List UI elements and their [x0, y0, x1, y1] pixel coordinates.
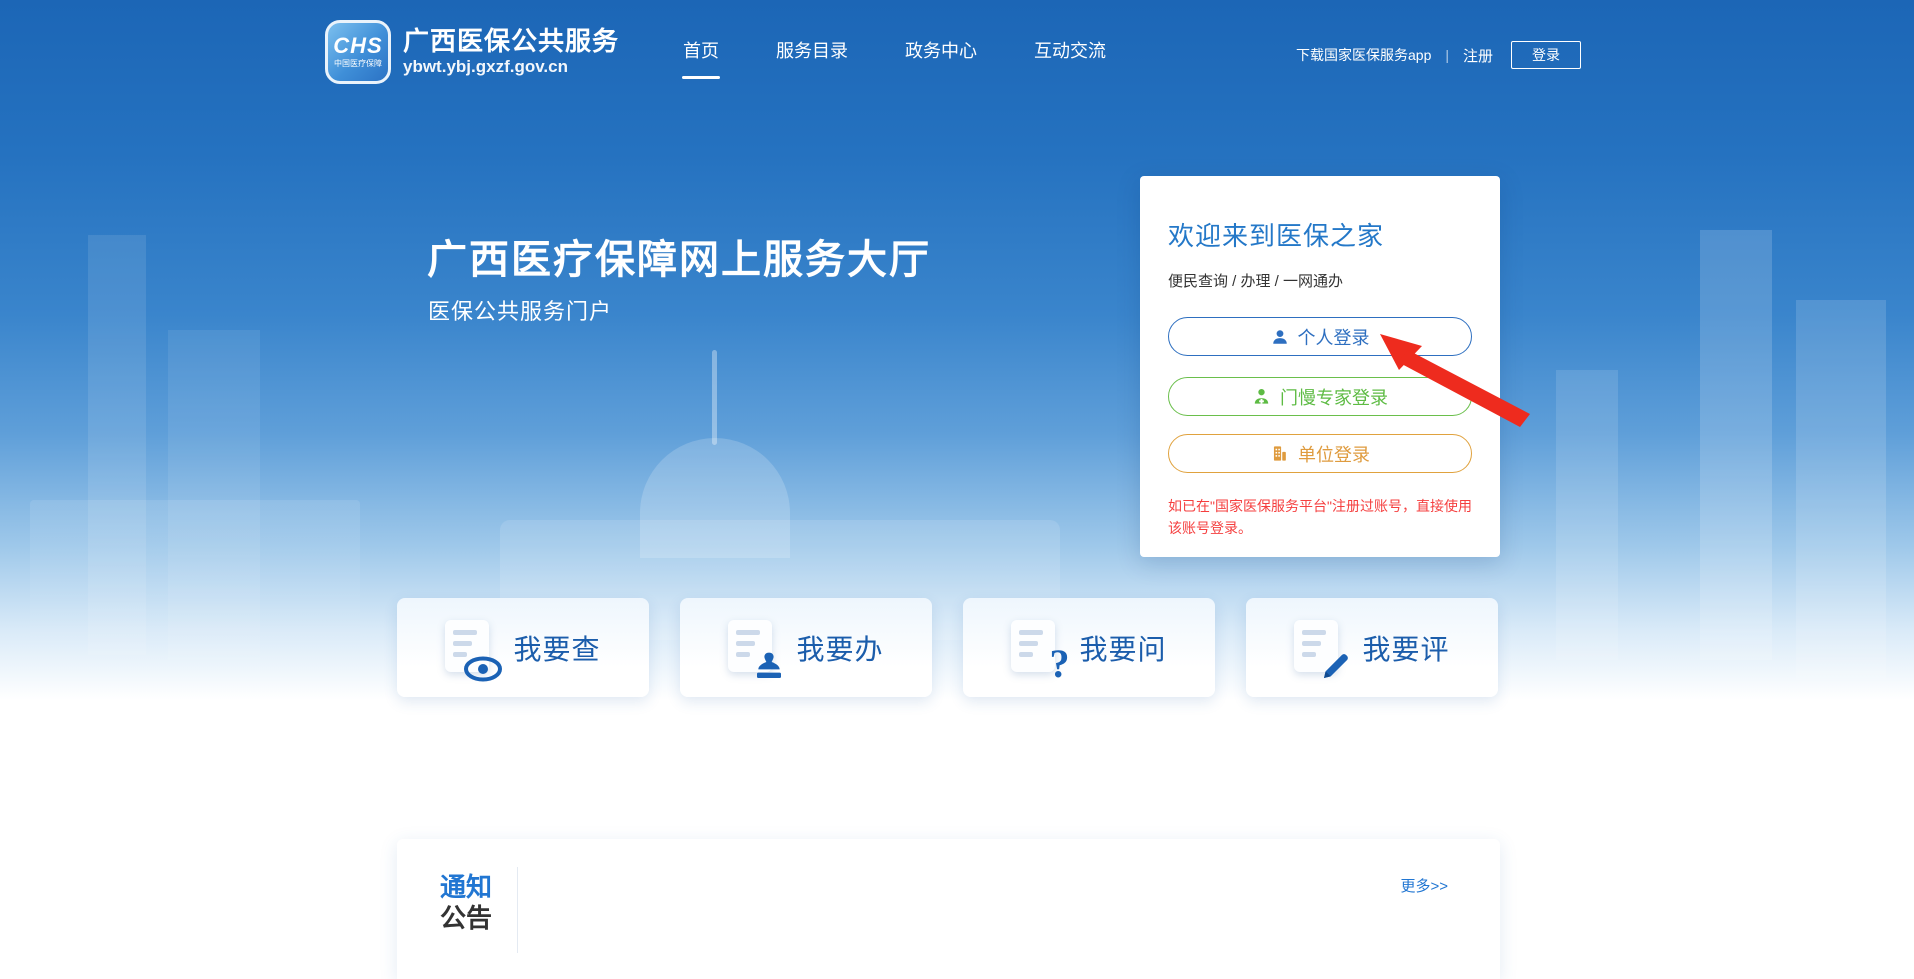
nav-item-service-catalog[interactable]: 服务目录 — [776, 37, 848, 83]
action-label: 我要评 — [1362, 628, 1449, 668]
login-card: 欢迎来到医保之家 便民查询 / 办理 / 一网通办 个人登录 门慢专家登录 单位… — [1140, 176, 1500, 557]
cityscape-left-tower2-icon — [168, 330, 260, 660]
register-link[interactable]: 注册 — [1463, 45, 1493, 66]
login-card-subtitle: 便民查询 / 办理 / 一网通办 — [1168, 270, 1472, 291]
doctor-icon — [1252, 387, 1271, 406]
main-nav: 首页 服务目录 政务中心 互动交流 — [683, 37, 1106, 83]
cityscape-left-base-icon — [30, 500, 360, 670]
chs-logo-icon: CHS 中国医疗保障 — [325, 20, 391, 84]
cityscape-right-tower-icon — [1556, 370, 1618, 660]
action-card-query[interactable]: 我要查 — [397, 598, 649, 697]
action-card-ask[interactable]: ? 我要问 — [963, 598, 1215, 697]
hero-banner: CHS 中国医疗保障 广西医保公共服务 ybwt.ybj.gxzf.gov.cn… — [0, 0, 1914, 700]
action-card-review[interactable]: 我要评 — [1246, 598, 1498, 697]
action-card-handle[interactable]: 我要办 — [680, 598, 932, 697]
document-icon — [728, 620, 778, 676]
hero-subtitle: 医保公共服务门户 — [428, 294, 612, 326]
notice-divider — [517, 867, 518, 953]
logo-badge-text: CHS — [333, 35, 382, 57]
cityscape-dome-spire-icon — [712, 350, 717, 445]
action-label: 我要查 — [513, 628, 600, 668]
header-login-button[interactable]: 登录 — [1511, 41, 1581, 69]
building-icon — [1270, 444, 1289, 463]
nav-item-interaction[interactable]: 互动交流 — [1034, 37, 1106, 83]
question-icon: ? — [1049, 646, 1069, 682]
personal-login-button[interactable]: 个人登录 — [1168, 317, 1472, 356]
cityscape-right-tower3-icon — [1796, 300, 1886, 680]
cityscape-dome-icon — [640, 438, 790, 558]
top-header: CHS 中国医疗保障 广西医保公共服务 ybwt.ybj.gxzf.gov.cn… — [0, 0, 1914, 96]
eye-icon — [463, 656, 503, 682]
site-title: 广西医保公共服务 — [403, 26, 619, 56]
cityscape-left-tower-icon — [88, 235, 146, 655]
pencil-icon — [1320, 650, 1352, 682]
cityscape-right-tower2-icon — [1700, 230, 1772, 660]
quick-actions-row: 我要查 我要办 ? 我要问 我要评 — [397, 598, 1501, 697]
logo-badge-subtext: 中国医疗保障 — [334, 59, 382, 69]
document-icon — [445, 620, 495, 676]
nav-item-gov-center[interactable]: 政务中心 — [905, 37, 977, 83]
download-app-link[interactable]: 下载国家医保服务app — [1296, 45, 1431, 65]
header-divider: | — [1445, 47, 1449, 63]
tab-notice-announcement[interactable]: 通知 公告 — [440, 872, 492, 934]
stamp-icon — [752, 650, 786, 682]
document-icon: ? — [1011, 620, 1061, 676]
site-url: ybwt.ybj.gxzf.gov.cn — [403, 56, 619, 78]
notice-tab-line1: 通知 — [440, 872, 492, 903]
document-icon — [1294, 620, 1344, 676]
action-label: 我要问 — [1079, 628, 1166, 668]
logo-text-block: 广西医保公共服务 ybwt.ybj.gxzf.gov.cn — [403, 26, 619, 78]
site-logo[interactable]: CHS 中国医疗保障 广西医保公共服务 ybwt.ybj.gxzf.gov.cn — [325, 20, 619, 84]
more-link[interactable]: 更多>> — [1400, 875, 1448, 896]
nav-item-home[interactable]: 首页 — [683, 37, 719, 83]
login-card-title: 欢迎来到医保之家 — [1168, 216, 1472, 253]
expert-login-button[interactable]: 门慢专家登录 — [1168, 377, 1472, 416]
header-right-links: 下载国家医保服务app | 注册 登录 — [1296, 41, 1581, 69]
unit-login-button[interactable]: 单位登录 — [1168, 434, 1472, 473]
personal-login-label: 个人登录 — [1298, 324, 1370, 350]
expert-login-label: 门慢专家登录 — [1280, 384, 1388, 410]
hero-title: 广西医疗保障网上服务大厅 — [427, 227, 931, 285]
action-label: 我要办 — [796, 628, 883, 668]
notice-panel: 通知 公告 更多>> — [397, 839, 1500, 979]
notice-tab-line2: 公告 — [440, 903, 492, 934]
login-note: 如已在"国家医保服务平台"注册过账号，直接使用该账号登录。 — [1168, 495, 1474, 539]
unit-login-label: 单位登录 — [1298, 441, 1370, 467]
person-icon — [1271, 328, 1289, 346]
